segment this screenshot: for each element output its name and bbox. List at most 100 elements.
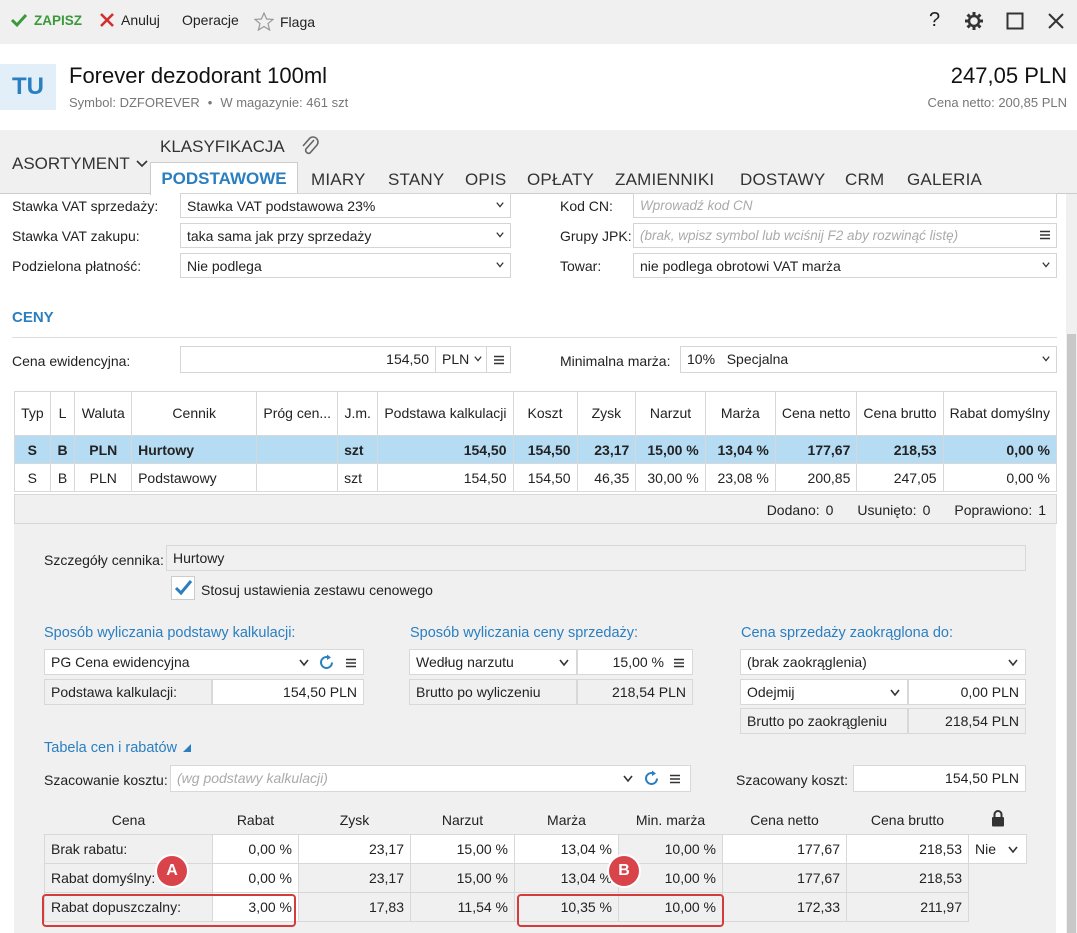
- help-button[interactable]: ?: [929, 9, 940, 32]
- menu-icon[interactable]: [670, 774, 680, 784]
- save-button[interactable]: ZAPISZ: [10, 12, 82, 28]
- tab-oplaty[interactable]: OPŁATY: [527, 170, 594, 190]
- meta-separator: •: [207, 95, 213, 110]
- discount-input[interactable]: 0,00 %: [212, 833, 299, 864]
- table-cell: 154,50: [377, 463, 514, 492]
- scrollbar-thumb[interactable]: [1067, 334, 1076, 933]
- column-header[interactable]: Cena brutto: [856, 391, 944, 436]
- price-table-title: Tabela cen i rabatów: [44, 740, 177, 756]
- evid-price-input[interactable]: 154,50: [180, 346, 436, 373]
- sale-method-select[interactable]: Według narzutu: [409, 649, 577, 675]
- table-row[interactable]: S B PLN Hurtowy szt 154,50 154,50 23,17 …: [14, 435, 1058, 464]
- sale-percent-input[interactable]: 15,00 %: [577, 649, 693, 675]
- jpk-groups-input[interactable]: (brak, wpisz symbol lub wciśnij F2 aby r…: [633, 223, 1057, 248]
- chevron-down-icon: [1042, 262, 1050, 268]
- tab-dostawy[interactable]: DOSTAWY: [740, 170, 825, 190]
- vat-purchase-select[interactable]: taka sama jak przy sprzedaży: [180, 223, 511, 248]
- maximize-button[interactable]: [1006, 12, 1024, 30]
- attachment-button[interactable]: [300, 135, 320, 160]
- column-header[interactable]: Typ: [14, 391, 51, 436]
- menu-icon[interactable]: [346, 658, 356, 668]
- column-header[interactable]: Koszt: [512, 391, 578, 436]
- table-cell[interactable]: 218,53: [846, 833, 969, 864]
- tab-zamienniki[interactable]: ZAMIENNIKI: [615, 170, 714, 190]
- sale-percent-value: 15,00 %: [612, 654, 664, 670]
- lock-select[interactable]: Nie: [968, 833, 1027, 864]
- column-header[interactable]: L: [49, 391, 76, 436]
- tab-classification[interactable]: KLASYFIKACJA: [160, 137, 285, 157]
- vat-sale-select[interactable]: Stawka VAT podstawowa 23%: [180, 193, 511, 218]
- tab-bar: ASORTYMENT KLASYFIKACJA PODSTAWOWE MIARY…: [0, 130, 1077, 195]
- refresh-icon[interactable]: [643, 770, 660, 787]
- calc-base-value[interactable]: 154,50 PLN: [212, 679, 364, 705]
- tab-stany[interactable]: STANY: [388, 170, 444, 190]
- added-count: 0: [825, 502, 834, 518]
- rounding-select[interactable]: (brak zaokrąglenia): [740, 649, 1026, 675]
- min-margin-select[interactable]: 10% Specjalna: [680, 346, 1057, 373]
- operations-button[interactable]: Operacje: [182, 12, 239, 28]
- evid-currency-select[interactable]: PLN: [435, 346, 487, 373]
- flag-button[interactable]: Flaga: [254, 12, 315, 31]
- menu-icon[interactable]: [1040, 230, 1050, 240]
- table-row[interactable]: S B PLN Podstawowy szt 154,50 154,50 46,…: [14, 463, 1058, 492]
- column-header[interactable]: Zysk: [576, 391, 637, 436]
- tab-miary[interactable]: MIARY: [311, 170, 366, 190]
- table-cell: [256, 463, 339, 492]
- vat-purchase-label: Stawka VAT zakupu:: [12, 228, 140, 244]
- table-footer: Dodano: 0 Usunięto: 0 Poprawiono: 1: [14, 494, 1057, 524]
- change-summary: Dodano: 0 Usunięto: 0 Poprawiono: 1: [767, 502, 1046, 518]
- cancel-button[interactable]: Anuluj: [99, 12, 160, 28]
- column-header[interactable]: J.m.: [337, 391, 379, 436]
- column-header[interactable]: Cennik: [131, 391, 258, 436]
- column-header[interactable]: Rabat domyślny: [942, 391, 1058, 436]
- sale-gross-label: Brutto po wyliczeniu: [409, 679, 577, 705]
- goods-select[interactable]: nie podlega obrotowi VAT marża: [633, 253, 1057, 278]
- flag-label: Flaga: [280, 13, 316, 30]
- column-header[interactable]: Próg cen...: [256, 391, 339, 436]
- column-header[interactable]: Narzut: [635, 391, 706, 436]
- calc-method-select[interactable]: PG Cena ewidencyjna: [44, 649, 364, 675]
- price-table-toggle[interactable]: Tabela cen i rabatów: [44, 740, 191, 756]
- tab-crm[interactable]: CRM: [845, 170, 884, 190]
- discount-input[interactable]: 0,00 %: [212, 862, 299, 893]
- vat-sale-label: Stawka VAT sprzedaży:: [12, 198, 159, 214]
- column-header[interactable]: Marża: [704, 391, 776, 436]
- empty-cell: [968, 892, 1027, 921]
- evid-menu-button[interactable]: [486, 346, 511, 373]
- column-header[interactable]: Waluta: [74, 391, 133, 436]
- tab-galeria[interactable]: GALERIA: [907, 170, 982, 190]
- split-payment-select[interactable]: Nie podlega: [180, 253, 511, 278]
- table-cell[interactable]: 13,04 %: [514, 833, 619, 864]
- tab-podstawowe[interactable]: PODSTAWOWE: [150, 162, 298, 195]
- rounding-op-select[interactable]: Odejmij: [740, 679, 908, 705]
- apply-set-checkbox[interactable]: [171, 576, 195, 600]
- column-header[interactable]: Cena netto: [774, 391, 858, 436]
- est-cost-input[interactable]: 154,50 PLN: [853, 765, 1026, 792]
- chevron-down-icon: [559, 659, 569, 667]
- divider: [12, 337, 1057, 338]
- table-cell: B: [49, 435, 76, 464]
- cost-estimation-select[interactable]: (wg podstawy kalkulacji): [170, 765, 691, 792]
- lock-column[interactable]: [969, 806, 1027, 834]
- table-cell[interactable]: 23,17: [298, 833, 411, 864]
- menu-icon[interactable]: [674, 658, 684, 668]
- help-icon: ?: [929, 9, 941, 31]
- table-cell: 177,67: [774, 435, 858, 464]
- chevron-down-icon: [1042, 356, 1050, 362]
- table-cell[interactable]: 177,67: [722, 833, 847, 864]
- table-cell: B: [49, 463, 76, 492]
- tab-opis[interactable]: OPIS: [465, 170, 506, 190]
- settings-button[interactable]: [964, 11, 984, 31]
- rounding-amount-input[interactable]: 0,00 PLN: [908, 679, 1026, 705]
- calc-method-title: Sposób wyliczania podstawy kalkulacji:: [44, 625, 296, 641]
- split-payment-label: Podzielona płatność:: [12, 258, 142, 274]
- cn-code-input[interactable]: Wprowadź kod CN: [633, 193, 1057, 218]
- close-button[interactable]: [1048, 13, 1064, 29]
- column-header[interactable]: Podstawa kalkulacji: [377, 391, 514, 436]
- refresh-icon[interactable]: [318, 654, 335, 671]
- menu-icon: [494, 355, 504, 365]
- assortment-dropdown[interactable]: ASORTYMENT: [12, 154, 148, 174]
- price-list-table: Typ L Waluta Cennik Próg cen... J.m. Pod…: [14, 391, 1058, 492]
- check-icon: [174, 580, 193, 596]
- table-cell[interactable]: 15,00 %: [410, 833, 515, 864]
